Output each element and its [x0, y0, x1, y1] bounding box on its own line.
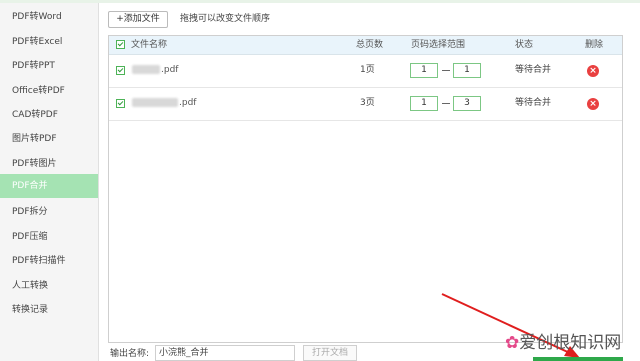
header-pages: 总页数	[356, 40, 384, 50]
range-from-input[interactable]: 1	[410, 63, 438, 78]
merge-button-edge[interactable]	[533, 357, 623, 361]
sidebar-item-pdf-compress[interactable]: PDF压缩	[0, 225, 98, 249]
delete-icon[interactable]: ×	[587, 98, 599, 110]
delete-icon[interactable]: ×	[587, 65, 599, 77]
page-count: 3页	[360, 98, 375, 108]
sidebar-item-pdf-split[interactable]: PDF拆分	[0, 200, 98, 224]
range-dash	[442, 70, 450, 71]
range-from-input[interactable]: 1	[410, 96, 438, 111]
sidebar-item-pdf-to-image[interactable]: PDF转图片	[0, 152, 98, 176]
output-name-input[interactable]: 小浣熊_合并	[155, 345, 295, 361]
open-document-button[interactable]: 打开文档	[303, 345, 357, 361]
add-file-button[interactable]: +添加文件	[108, 11, 168, 28]
range-to-input[interactable]: 1	[453, 63, 481, 78]
watermark: ✿爱创根知识网	[505, 333, 622, 353]
watermark-logo-icon: ✿	[505, 333, 520, 353]
range-to-input[interactable]: 3	[453, 96, 481, 111]
range-dash	[442, 103, 450, 104]
sidebar: PDF转Word PDF转Excel PDF转PPT Office转PDF CA…	[0, 3, 99, 361]
sidebar-item-manual-convert[interactable]: 人工转换	[0, 274, 98, 298]
table-header: 文件名称 总页数 页码选择范围 状态 删除	[109, 36, 622, 55]
row-checkbox[interactable]	[116, 66, 125, 75]
sidebar-item-pdf-to-scan[interactable]: PDF转扫描件	[0, 249, 98, 273]
file-name: .pdf	[132, 54, 178, 87]
sidebar-item-history[interactable]: 转换记录	[0, 298, 98, 322]
sidebar-item-pdf-merge[interactable]: PDF合并	[0, 174, 98, 198]
table-row[interactable]: .pdf 3页 1 3 等待合并 ×	[109, 87, 622, 121]
row-checkbox[interactable]	[116, 99, 125, 108]
header-range: 页码选择范围	[411, 40, 466, 50]
sidebar-item-pdf-to-word[interactable]: PDF转Word	[0, 5, 98, 29]
table-row[interactable]: .pdf 1页 1 1 等待合并 ×	[109, 54, 622, 88]
sidebar-item-pdf-to-ppt[interactable]: PDF转PPT	[0, 54, 98, 78]
file-name: .pdf	[132, 87, 196, 120]
status-text: 等待合并	[515, 98, 552, 108]
header-delete: 删除	[585, 40, 604, 50]
header-name: 文件名称	[131, 40, 168, 50]
drag-hint: 拖拽可以改变文件顺序	[180, 14, 271, 24]
sidebar-item-cad-to-pdf[interactable]: CAD转PDF	[0, 103, 98, 127]
redacted-text	[132, 98, 178, 107]
sidebar-item-pdf-to-excel[interactable]: PDF转Excel	[0, 30, 98, 54]
page-count: 1页	[360, 65, 375, 75]
sidebar-item-image-to-pdf[interactable]: 图片转PDF	[0, 127, 98, 151]
output-name-label: 输出名称:	[110, 349, 150, 359]
sidebar-item-office-to-pdf[interactable]: Office转PDF	[0, 79, 98, 103]
status-text: 等待合并	[515, 65, 552, 75]
select-all-checkbox[interactable]	[116, 40, 125, 49]
header-status: 状态	[515, 40, 534, 50]
redacted-text	[132, 65, 160, 74]
